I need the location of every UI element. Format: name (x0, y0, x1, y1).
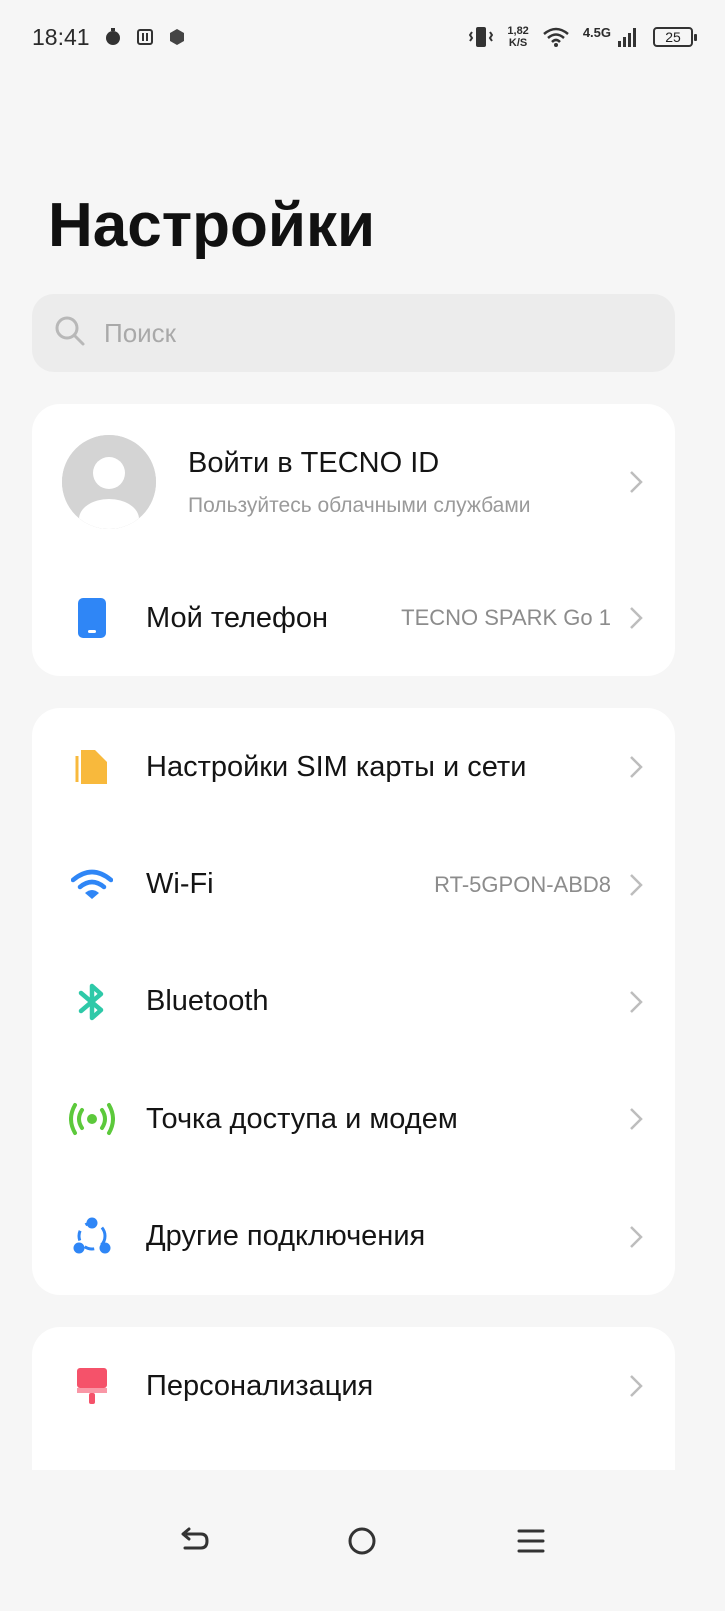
search-input[interactable] (102, 316, 626, 350)
personalization-card: Персонализация (32, 1327, 675, 1470)
my-phone-value: TECNO SPARK Go 1 (401, 605, 611, 630)
connections-card: Настройки SIM карты и сети Wi-Fi RT-5GPO… (32, 708, 675, 1295)
tecno-id-subtitle: Пользуйтесь облачными службами (188, 493, 531, 517)
signal-icon (617, 27, 639, 47)
network-speed: 1,82 K/S (507, 25, 528, 49)
search-icon (54, 315, 86, 352)
share-nodes-icon (64, 1209, 120, 1265)
my-phone-row[interactable]: Мой телефон TECNO SPARK Go 1 (32, 560, 675, 676)
speed-unit: K/S (508, 37, 528, 49)
chevron-right-icon (629, 606, 643, 630)
chevron-right-icon (629, 1374, 643, 1398)
network-type: 4.5G (582, 24, 611, 40)
status-time: 18:41 (32, 23, 90, 50)
chevron-right-icon (629, 755, 643, 779)
chevron-right-icon (629, 1225, 643, 1249)
bluetooth-label: Bluetooth (146, 985, 269, 1017)
app-hexagon-icon (168, 28, 186, 46)
personalization-row[interactable]: Персонализация (32, 1327, 675, 1445)
navigation-bar (0, 1470, 725, 1611)
bluetooth-row[interactable]: Bluetooth (32, 943, 675, 1060)
personalization-label: Персонализация (146, 1369, 374, 1402)
avatar (62, 435, 156, 529)
other-connections-row[interactable]: Другие подключения (32, 1178, 675, 1295)
wifi-row[interactable]: Wi-Fi RT-5GPON-ABD8 (32, 826, 675, 943)
parking-icon (136, 28, 154, 46)
hotspot-icon (64, 1091, 120, 1147)
sim-settings-row[interactable]: Настройки SIM карты и сети (32, 708, 675, 826)
my-phone-label: Мой телефон (146, 601, 329, 634)
speed-value: 1,82 (507, 25, 529, 37)
phone-icon (64, 590, 120, 646)
tecno-id-login-row[interactable]: Войти в TECNO ID Пользуйтесь облачными с… (32, 404, 675, 560)
chevron-right-icon (629, 990, 643, 1014)
page-title: Настройки (48, 191, 376, 260)
wifi-icon (64, 857, 120, 913)
hotspot-label: Точка доступа и модем (146, 1102, 458, 1135)
wifi-label: Wi-Fi (146, 868, 214, 900)
tecno-id-title: Войти в TECNO ID (188, 446, 440, 479)
home-button[interactable] (332, 1511, 392, 1571)
bluetooth-icon (64, 974, 120, 1030)
back-button[interactable] (164, 1511, 224, 1571)
sim-settings-label: Настройки SIM карты и сети (146, 750, 527, 783)
wifi-network-value: RT-5GPON-ABD8 (434, 871, 611, 897)
wifi-status-icon (543, 27, 569, 47)
sim-card-icon (64, 739, 120, 795)
chevron-right-icon (629, 873, 643, 897)
timer-icon (104, 28, 122, 46)
chevron-right-icon (629, 470, 643, 494)
other-connections-label: Другие подключения (146, 1220, 426, 1252)
battery-level: 25 (665, 29, 681, 45)
recents-menu-button[interactable] (501, 1511, 561, 1571)
search-bar[interactable] (32, 294, 675, 372)
chevron-right-icon (629, 1107, 643, 1131)
account-card: Войти в TECNO ID Пользуйтесь облачными с… (32, 404, 675, 676)
status-bar: 18:41 1,82 K/S 4.5G 25 (0, 0, 725, 74)
vibrate-icon (469, 26, 494, 48)
paint-brush-icon (64, 1358, 120, 1414)
battery-icon: 25 (653, 27, 697, 47)
hotspot-row[interactable]: Точка доступа и модем (32, 1060, 675, 1178)
